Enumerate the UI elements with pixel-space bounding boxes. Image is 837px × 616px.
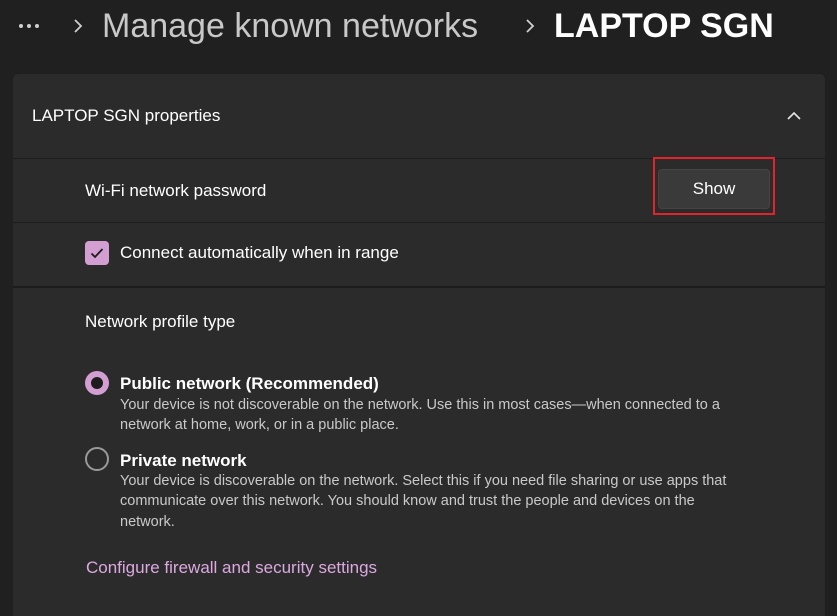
settings-page: Manage known networks LAPTOP SGN LAPTOP …	[0, 0, 837, 616]
private-network-description-line-1: Your device is discoverable on the netwo…	[120, 473, 727, 489]
wifi-password-label: Wi-Fi network password	[85, 181, 267, 200]
more-icon[interactable]	[12, 14, 46, 38]
network-profile-title: Network profile type	[85, 312, 236, 331]
public-network-description-line-1: Your device is not discoverable on the n…	[120, 397, 720, 413]
auto-connect-label: Connect automatically when in range	[120, 243, 399, 262]
checkmark-icon	[90, 248, 104, 259]
auto-connect-checkbox[interactable]	[85, 241, 109, 265]
public-network-radio[interactable]	[85, 371, 109, 395]
breadcrumb: Manage known networks LAPTOP SGN	[0, 0, 837, 56]
private-network-radio[interactable]	[85, 447, 109, 471]
firewall-settings-link[interactable]: Configure firewall and security settings	[86, 558, 377, 578]
properties-title: LAPTOP SGN properties	[32, 106, 221, 125]
chevron-up-icon[interactable]	[785, 107, 803, 125]
private-network-description-line-2: communicate over this network. You shoul…	[120, 493, 695, 509]
breadcrumb-manage-known-networks[interactable]: Manage known networks	[102, 4, 478, 48]
properties-expander-header[interactable]: LAPTOP SGN properties	[13, 74, 825, 159]
private-network-title: Private network	[120, 451, 247, 470]
highlight-box	[653, 157, 775, 215]
wifi-password-row: Wi-Fi network password Show	[13, 157, 825, 223]
auto-connect-row: Connect automatically when in range	[13, 223, 825, 288]
public-network-title: Public network (Recommended)	[120, 374, 379, 393]
chevron-right-icon	[522, 14, 538, 38]
private-network-description-line-3: network.	[120, 514, 175, 530]
network-properties-card: LAPTOP SGN properties Wi-Fi network pass…	[12, 73, 826, 616]
page-title: LAPTOP SGN	[554, 7, 774, 45]
chevron-right-icon	[70, 14, 86, 38]
public-network-description-line-2: network at home, work, or in a public pl…	[120, 417, 399, 433]
